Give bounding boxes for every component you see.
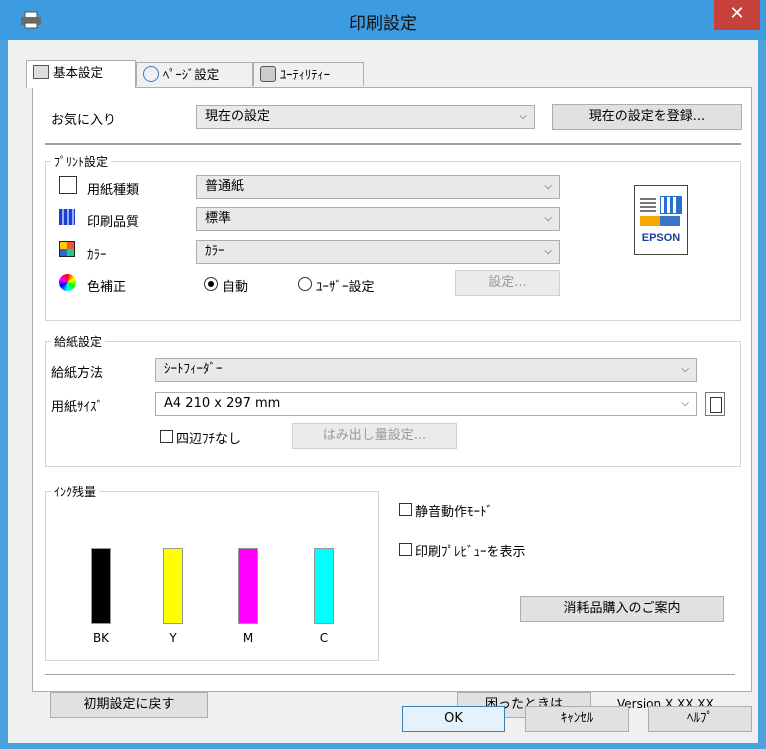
print-settings-title: ﾌﾟﾘﾝﾄ設定 <box>51 153 112 170</box>
print-quality-icon <box>59 209 75 225</box>
color-value: ｶﾗｰ <box>205 244 225 259</box>
paper-source-value: ｼｰﾄﾌｨｰﾀﾞｰ <box>164 362 223 377</box>
chevron-down-icon: ⌵ <box>544 246 552 257</box>
favorites-select[interactable]: 現在の設定 ⌵ <box>196 105 535 129</box>
cancel-button[interactable]: ｷｬﾝｾﾙ <box>525 706 629 732</box>
ink-bar-y <box>163 548 183 624</box>
chevron-down-icon: ⌵ <box>681 398 689 409</box>
ink-label-bk: BK <box>92 631 110 645</box>
paper-type-value: 普通紙 <box>205 179 245 194</box>
quiet-mode-label: 静音動作ﾓｰﾄﾞ <box>415 505 494 520</box>
reset-defaults-button[interactable]: 初期設定に戻す <box>50 692 208 718</box>
paper-size-select[interactable]: A4 210 x 297 mm ⌵ <box>155 392 697 416</box>
favorites-value: 現在の設定 <box>205 109 271 124</box>
printer-settings-icon <box>33 65 49 79</box>
paper-size-label: 用紙ｻｲｽﾞ <box>51 400 104 415</box>
print-quality-select[interactable]: 標準 ⌵ <box>196 207 560 231</box>
paper-source-select[interactable]: ｼｰﾄﾌｨｰﾀﾞｰ ⌵ <box>155 358 697 382</box>
ink-bar-bk <box>91 548 111 624</box>
tab-label: ﾕｰﾃｨﾘﾃｨｰ <box>280 67 331 82</box>
preview-color-blocks-icon <box>640 216 680 226</box>
chevron-down-icon: ⌵ <box>681 364 689 375</box>
page-portrait-icon <box>710 397 722 413</box>
ink-bar-m <box>238 548 258 624</box>
ink-levels-title: ｲﾝｸ残量 <box>51 483 100 500</box>
basic-settings-panel: お気に入り 現在の設定 ⌵ 現在の設定を登録... ﾌﾟﾘﾝﾄ設定 用紙種類 普… <box>32 87 752 692</box>
color-label: ｶﾗｰ <box>87 248 107 263</box>
color-grid-icon <box>59 241 75 257</box>
auto-correction-radio[interactable] <box>204 277 218 291</box>
title-bar: 印刷設定 ✕ <box>0 0 766 40</box>
ink-label-y: Y <box>169 631 177 645</box>
close-button[interactable]: ✕ <box>714 0 760 30</box>
color-wheel-icon <box>59 274 76 291</box>
printer-preview-image: EPSON <box>634 185 688 255</box>
paper-source-label: 給紙方法 <box>51 366 104 381</box>
user-correction-label: ﾕｰｻﾞｰ設定 <box>316 280 375 295</box>
supplies-guide-button[interactable]: 消耗品購入のご案内 <box>520 596 724 622</box>
ok-button[interactable]: OK <box>402 706 505 732</box>
print-preview-checkbox[interactable] <box>399 543 412 556</box>
quiet-mode-checkbox[interactable] <box>399 503 412 516</box>
paper-feed-title: 給紙設定 <box>51 333 106 350</box>
paper-type-icon <box>59 176 77 194</box>
paper-type-label: 用紙種類 <box>87 183 140 198</box>
color-correction-label: 色補正 <box>87 280 127 295</box>
correction-settings-button[interactable]: 設定... <box>455 270 560 296</box>
chevron-down-icon: ⌵ <box>519 111 527 122</box>
auto-correction-label: 自動 <box>222 280 249 295</box>
favorites-label: お気に入り <box>51 113 117 128</box>
tab-utility[interactable]: ﾕｰﾃｨﾘﾃｨｰ <box>253 62 364 86</box>
paper-type-select[interactable]: 普通紙 ⌵ <box>196 175 560 199</box>
epson-logo: EPSON <box>641 232 681 244</box>
help-button[interactable]: ﾍﾙﾌﾟ <box>648 706 752 732</box>
borderless-checkbox[interactable] <box>160 430 173 443</box>
dialog-client: 基本設定 ﾍﾟｰｼﾞ設定 ﾕｰﾃｨﾘﾃｨｰ お気に入り 現在の設定 ⌵ 現在の設… <box>8 40 758 743</box>
print-preview-label: 印刷ﾌﾟﾚﾋﾞｭｰを表示 <box>415 545 526 560</box>
ink-label-c: C <box>319 631 329 645</box>
print-quality-label: 印刷品質 <box>87 215 140 230</box>
overflow-settings-button[interactable]: はみ出し量設定... <box>292 423 457 449</box>
print-quality-value: 標準 <box>205 211 232 226</box>
tab-basic-settings[interactable]: 基本設定 <box>26 60 136 88</box>
color-select[interactable]: ｶﾗｰ ⌵ <box>196 240 560 264</box>
preview-bar-chart-icon <box>660 196 682 214</box>
tab-page-settings[interactable]: ﾍﾟｰｼﾞ設定 <box>136 62 253 86</box>
tab-label: ﾍﾟｰｼﾞ設定 <box>163 67 220 82</box>
borderless-label: 四辺ﾌﾁなし <box>176 432 242 447</box>
separator <box>45 143 741 145</box>
user-correction-radio[interactable] <box>298 277 312 291</box>
ink-bar-c <box>314 548 334 624</box>
ink-label-m: M <box>242 631 254 645</box>
chevron-down-icon: ⌵ <box>544 213 552 224</box>
preview-grid-icon <box>640 196 656 212</box>
paper-orientation-icon[interactable] <box>705 392 725 416</box>
utility-icon <box>260 66 276 82</box>
register-current-settings-button[interactable]: 現在の設定を登録... <box>552 104 742 130</box>
paper-size-value: A4 210 x 297 mm <box>164 396 281 411</box>
tab-label: 基本設定 <box>53 65 104 80</box>
separator <box>45 674 735 675</box>
chevron-down-icon: ⌵ <box>544 181 552 192</box>
window-title: 印刷設定 <box>349 14 417 34</box>
page-layout-icon <box>143 66 159 82</box>
